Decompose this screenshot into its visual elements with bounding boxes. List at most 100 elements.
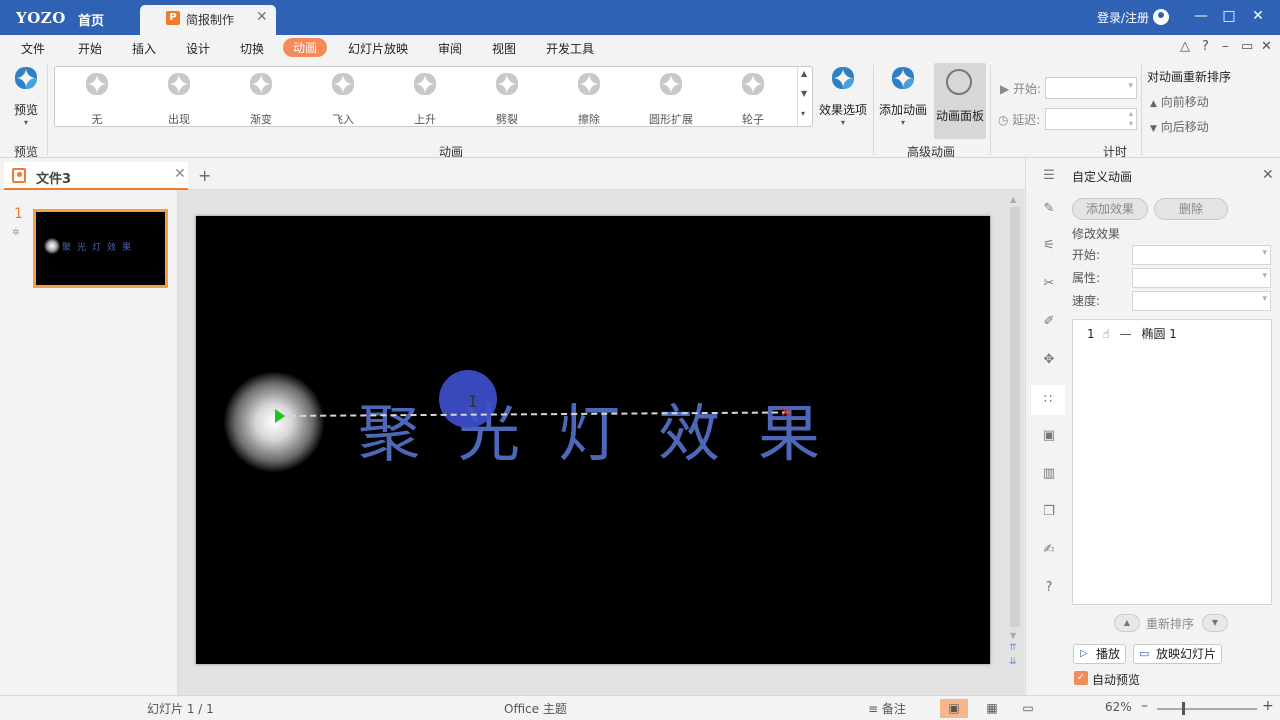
move-earlier-button[interactable]: ▲ 向前移动 (1150, 93, 1209, 110)
normal-view-button[interactable]: ▣ (940, 699, 968, 718)
speed-select[interactable] (1132, 291, 1271, 311)
tab-file[interactable]: 文件 (21, 40, 45, 57)
ribbon-close-icon[interactable]: ✕ (1261, 39, 1272, 54)
copy-icon[interactable]: ❐ (1041, 504, 1057, 520)
ribbon-minimize-icon[interactable]: – (1222, 39, 1229, 54)
preview-button[interactable]: 预览 ▾ (10, 67, 42, 127)
slide-sorter-button[interactable]: ▦ (978, 699, 1006, 718)
close-window-button[interactable]: ✕ (1250, 8, 1266, 24)
gallery-item-rise-up[interactable]: 上升 (390, 71, 460, 126)
ribbon-restore-icon[interactable]: ▭ (1241, 39, 1253, 54)
custom-animation-icon[interactable]: ∷ (1031, 385, 1065, 415)
new-tab-icon[interactable]: + (198, 166, 211, 185)
animation-pane-button[interactable]: 动画面板 (934, 63, 986, 139)
notes-button[interactable]: ≡ 备注 (868, 700, 906, 717)
property-select[interactable] (1132, 268, 1271, 288)
tab-insert[interactable]: 插入 (132, 40, 156, 57)
delay-stepper[interactable]: ▴ ▾ (1129, 109, 1133, 129)
slide-thumbnail[interactable]: 聚光灯效果 (33, 209, 168, 288)
gallery-more-icon[interactable]: ▾ (801, 109, 805, 118)
gallery-item-split[interactable]: 劈裂 (472, 71, 542, 126)
auto-preview-checkbox[interactable]: ✓ (1074, 671, 1088, 685)
next-slide-icon[interactable]: ⇊ (1009, 657, 1017, 667)
document-tab-bar: 文件3 ✕ (0, 158, 1025, 190)
animation-fly-in-icon (332, 73, 354, 95)
tab-transition[interactable]: 切换 (240, 40, 264, 57)
delete-effect-button[interactable]: 删除 (1154, 198, 1228, 220)
delay-input[interactable]: ▴ ▾ (1045, 108, 1137, 130)
reading-view-button[interactable]: ▭ (1014, 699, 1042, 718)
settings-sliders-icon[interactable]: ⚟ (1041, 238, 1057, 254)
gallery-item-wipe[interactable]: 擦除 (554, 71, 624, 126)
reorder-up-button[interactable]: ▲ (1114, 614, 1140, 632)
tab-home[interactable]: 开始 (78, 40, 102, 57)
start-effect-label: 开始: (1072, 248, 1101, 262)
reorder-down-button[interactable]: ▼ (1202, 614, 1228, 632)
animation-circle-icon (660, 73, 682, 95)
scroll-down-icon[interactable]: ▼ (801, 89, 807, 98)
slide-title[interactable]: 聚光灯效果 (358, 383, 858, 473)
start-dropdown-icon[interactable]: ▾ (1128, 81, 1133, 91)
gallery-item-fly-in[interactable]: 飞入 (308, 71, 378, 126)
gallery-item-fade[interactable]: 渐变 (226, 71, 296, 126)
list-item[interactable]: 1 ☝ — 椭圆 1 (1087, 325, 1177, 342)
close-tab-icon[interactable]: ✕ (256, 9, 268, 25)
tab-design[interactable]: 设计 (186, 40, 210, 57)
minimize-button[interactable]: — (1193, 8, 1209, 24)
user-avatar-icon[interactable] (1153, 9, 1169, 25)
add-effect-button[interactable]: 添加效果 (1072, 198, 1148, 220)
gallery-item-circle[interactable]: 圆形扩展 (636, 71, 706, 126)
tab-view[interactable]: 视图 (492, 40, 516, 57)
group-divider (47, 65, 48, 155)
collapse-panel-icon[interactable]: ☰ (1041, 168, 1057, 184)
canvas-scrollbar[interactable]: ▲ ▼ ⇈ ⇊ (1008, 195, 1022, 695)
spotlight-shape[interactable] (224, 372, 324, 472)
tab-slideshow[interactable]: 幻灯片放映 (348, 40, 408, 57)
gallery-item-none[interactable]: 无 (62, 71, 132, 126)
help-circle-icon[interactable]: ? (1041, 580, 1057, 596)
picture-icon[interactable]: ▣ (1041, 428, 1057, 444)
scroll-down-icon[interactable]: ▼ (1010, 631, 1016, 640)
scroll-thumb[interactable] (1010, 207, 1020, 627)
scroll-up-icon[interactable]: ▲ (801, 69, 807, 78)
reorder-title: 对动画重新排序 (1147, 70, 1232, 84)
tab-review[interactable]: 审阅 (438, 40, 462, 57)
animation-rise-up-icon (414, 73, 436, 95)
prev-slide-icon[interactable]: ⇈ (1009, 643, 1017, 653)
tab-animation[interactable]: 动画 (283, 38, 328, 57)
help-icon[interactable]: ? (1202, 39, 1209, 54)
zoom-in-button[interactable]: + (1262, 698, 1274, 714)
file-tab[interactable]: 文件3 ✕ (4, 162, 188, 190)
collapse-ribbon-icon[interactable]: △ (1180, 39, 1190, 54)
document-tab[interactable]: P 简报制作 ✕ (140, 5, 276, 35)
slide[interactable]: 聚光灯效果 ✕ I (196, 216, 990, 664)
close-pane-icon[interactable]: ✕ (1262, 167, 1274, 183)
add-animation-button[interactable]: 添加动画 ▾ (877, 67, 929, 127)
zoom-slider-handle[interactable] (1182, 702, 1185, 715)
gallery-item-appear[interactable]: 出现 (144, 71, 214, 126)
start-effect-select[interactable] (1132, 245, 1271, 265)
style-brush-icon[interactable]: ✐ (1041, 314, 1057, 330)
gallery-item-wheel[interactable]: 轮子 (718, 71, 788, 126)
zoom-slider[interactable] (1157, 708, 1257, 710)
close-file-icon[interactable]: ✕ (174, 166, 186, 182)
start-select[interactable]: ▾ (1045, 77, 1137, 99)
animation-none-icon (86, 73, 108, 95)
effect-options-button[interactable]: 效果选项 ▾ (817, 67, 869, 127)
effect-line-icon: — (1119, 327, 1132, 341)
play-button[interactable]: ▷ 播放 (1073, 644, 1126, 664)
transition-icon[interactable]: ✥ (1041, 352, 1057, 368)
move-later-button[interactable]: ▼ 向后移动 (1150, 118, 1209, 135)
tools-icon[interactable]: ✂ (1041, 276, 1057, 292)
home-tab[interactable]: 首页 (78, 10, 104, 29)
zoom-out-button[interactable]: – (1141, 698, 1148, 714)
login-link[interactable]: 登录/注册 (1097, 9, 1149, 26)
pen-icon[interactable]: ✎ (1041, 201, 1057, 217)
maximize-button[interactable]: □ (1221, 8, 1237, 24)
slideshow-button[interactable]: ▭ 放映幻灯片 (1133, 644, 1222, 664)
book-icon[interactable]: ▥ (1041, 466, 1057, 482)
edit-icon[interactable]: ✍ (1041, 542, 1057, 558)
tab-developer[interactable]: 开发工具 (546, 40, 594, 57)
scroll-up-icon[interactable]: ▲ (1010, 195, 1016, 204)
gallery-scroll[interactable]: ▲ ▼ ▾ (797, 67, 813, 127)
